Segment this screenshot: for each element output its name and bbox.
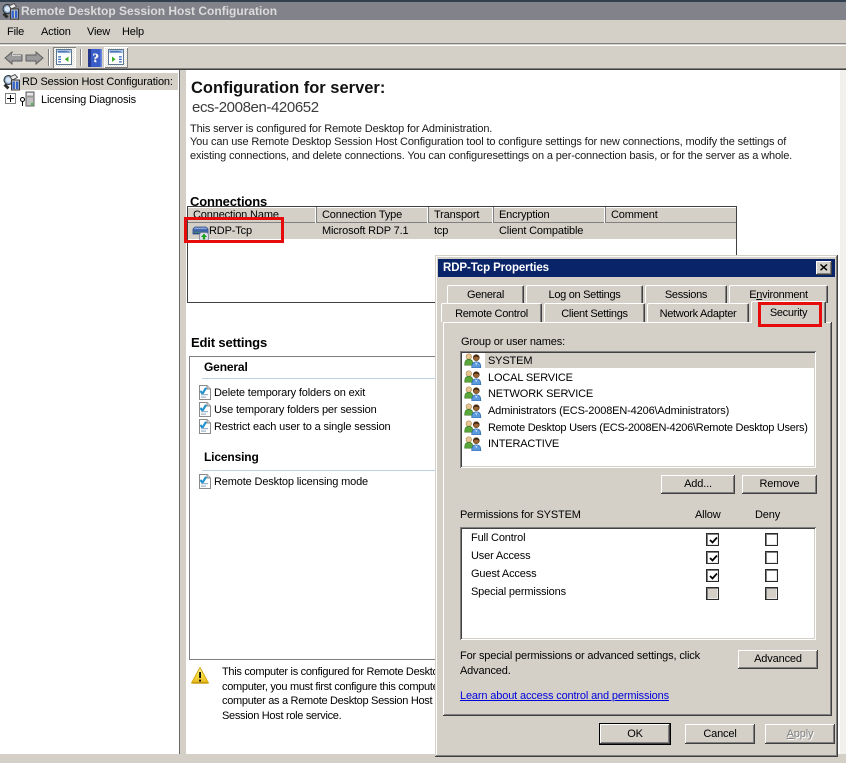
- svg-text:?: ?: [92, 50, 98, 65]
